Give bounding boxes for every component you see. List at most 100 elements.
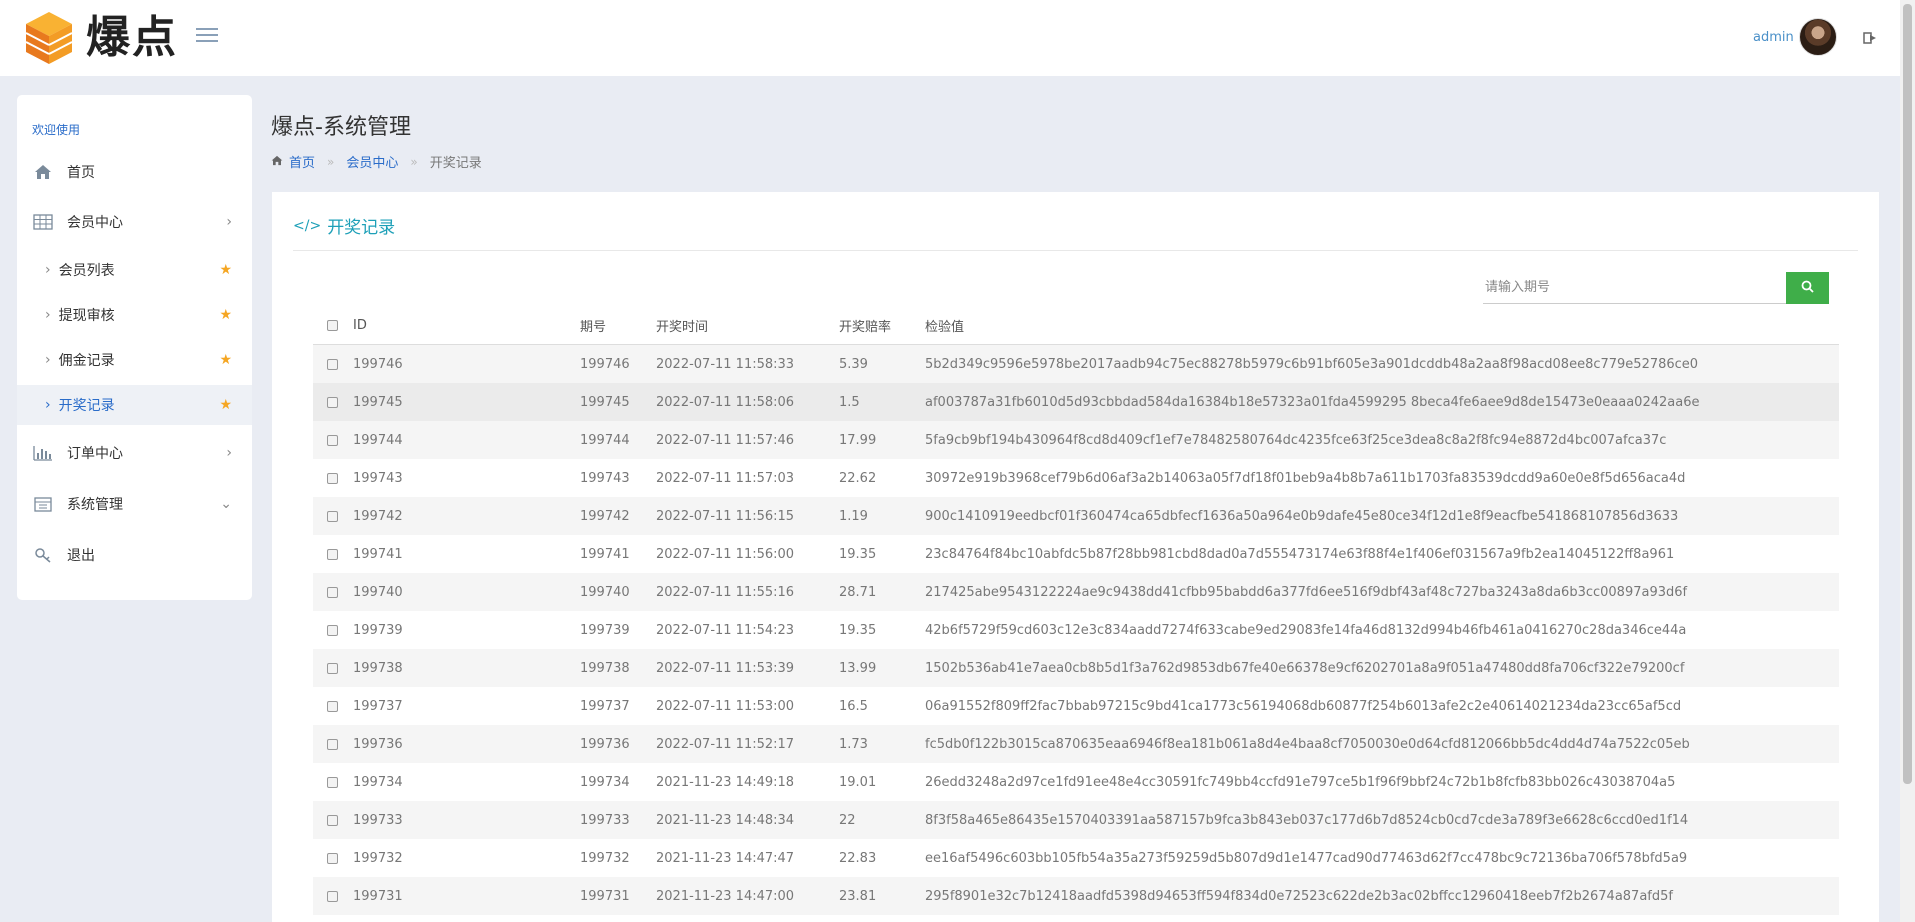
cell-id: 199742 [353, 508, 403, 524]
table-row[interactable]: 199739 199739 2022-07-11 11:54:23 19.35 42b6… [313, 611, 1839, 649]
chevron-right-icon: › [45, 307, 51, 323]
avatar[interactable] [1799, 18, 1837, 56]
sidebar-welcome: 欢迎使用 [32, 123, 81, 137]
row-checkbox[interactable] [326, 548, 338, 560]
menu-toggle-icon[interactable] [196, 28, 218, 46]
sidebar-subitem-member-list[interactable]: › 会员列表 ★ [17, 250, 252, 290]
star-icon: ★ [219, 262, 232, 278]
column-header[interactable]: 期号 [580, 316, 656, 335]
row-checkbox[interactable] [326, 814, 338, 826]
sidebar-item-member-center[interactable]: 会员中心 › [17, 202, 252, 242]
top-bar: 爆点 admin [0, 0, 1900, 76]
cell-draw-time: 2022-07-11 11:53:39 [656, 660, 795, 676]
star-icon: ★ [219, 307, 232, 323]
table-row[interactable]: 199743 199743 2022-07-11 11:57:03 22.62 3097… [313, 459, 1839, 497]
cell-check-value: 06a91552f809ff2fac7bbab97215c9bd41ca1773… [925, 698, 1682, 714]
table-row[interactable]: 199741 199741 2022-07-11 11:56:00 19.35 23c8… [313, 535, 1839, 573]
sidebar-item-logout[interactable]: 退出 [17, 535, 252, 575]
cell-id: 199741 [353, 546, 403, 562]
cell-odds: 16.5 [839, 698, 868, 714]
sidebar-subitem-lottery-records[interactable]: › 开奖记录 ★ [17, 385, 252, 425]
column-header[interactable]: 开奖赔率 [839, 316, 925, 335]
cell-issue-number: 199731 [580, 888, 630, 904]
sidebar-item-system-management[interactable]: 系统管理 ⌄ [17, 484, 252, 524]
table-row[interactable]: 199742 199742 2022-07-11 11:56:15 1.19 900c1… [313, 497, 1839, 535]
row-checkbox[interactable] [326, 396, 338, 408]
cell-check-value: 217425abe9543122224ae9c9438dd41cfbb95bab… [925, 584, 1688, 600]
cell-id: 199740 [353, 584, 403, 600]
home-icon [33, 163, 53, 181]
chevron-right-icon: › [226, 214, 232, 230]
user-name[interactable]: admin [1753, 30, 1794, 45]
table-row[interactable]: 199746 199746 2022-07-11 11:58:33 5.39 5b2d3… [313, 345, 1839, 383]
table-row[interactable]: 199732 199732 2021-11-23 14:47:47 22.83 ee16… [313, 839, 1839, 877]
cell-issue-number: 199740 [580, 584, 630, 600]
key-icon [33, 546, 53, 564]
page-scrollbar[interactable] [1900, 0, 1915, 922]
table-row[interactable]: 199740 199740 2022-07-11 11:55:16 28.71 2174… [313, 573, 1839, 611]
sidebar-item-order-center[interactable]: 订单中心 › [17, 433, 252, 473]
cell-check-value: 26edd3248a2d97ce1fd91ee48e4cc30591fc749b… [925, 774, 1676, 790]
row-checkbox[interactable] [326, 662, 338, 674]
row-checkbox[interactable] [326, 434, 338, 446]
breadcrumb: 首页 » 会员中心 » 开奖记录 [271, 152, 482, 171]
cell-id: 199736 [353, 736, 403, 752]
logo[interactable]: 爆点 [24, 10, 178, 66]
cell-issue-number: 199738 [580, 660, 630, 676]
search-input[interactable] [1483, 272, 1787, 304]
sidebar-subitem-label: 佣金记录 [58, 353, 115, 369]
cell-odds: 5.39 [839, 356, 868, 372]
cell-draw-time: 2021-11-23 14:49:18 [656, 774, 795, 790]
cell-issue-number: 199746 [580, 356, 630, 372]
column-header[interactable]: ID [351, 318, 580, 333]
scrollbar-thumb[interactable] [1903, 4, 1912, 784]
sidebar-item-home[interactable]: 首页 [17, 152, 252, 192]
table-row[interactable]: 199745 199745 2022-07-11 11:58:06 1.5 af0037… [313, 383, 1839, 421]
column-header[interactable]: 开奖时间 [656, 316, 839, 335]
row-checkbox[interactable] [326, 738, 338, 750]
sidebar-subitem-label: 提现审核 [58, 308, 115, 324]
row-checkbox[interactable] [326, 358, 338, 370]
cell-issue-number: 199744 [580, 432, 630, 448]
row-checkbox[interactable] [326, 586, 338, 598]
breadcrumb-home[interactable]: 首页 [289, 152, 315, 171]
table-row[interactable]: 199736 199736 2022-07-11 11:52:17 1.73 fc5db… [313, 725, 1839, 763]
divider [293, 250, 1858, 251]
row-checkbox[interactable] [326, 472, 338, 484]
column-header[interactable]: 检验值 [925, 316, 1839, 335]
cell-id: 199745 [353, 394, 403, 410]
row-checkbox[interactable] [326, 700, 338, 712]
select-all-checkbox[interactable] [326, 320, 338, 331]
table-row[interactable]: 199737 199737 2022-07-11 11:53:00 16.5 06a91… [313, 687, 1839, 725]
row-checkbox[interactable] [326, 624, 338, 636]
content-panel: </> 开奖记录 ID 期号 开奖时间 开奖赔率 检验值 19974619974… [272, 192, 1879, 922]
row-checkbox[interactable] [326, 890, 338, 902]
code-icon: </> [293, 217, 322, 234]
cell-odds: 19.35 [839, 546, 877, 562]
cell-draw-time: 2022-07-11 11:58:33 [656, 356, 795, 372]
sidebar-item-label: 会员中心 [67, 215, 123, 231]
row-checkbox[interactable] [326, 852, 338, 864]
cell-check-value: 900c1410919eedbcf01f360474ca65dbfecf1636… [925, 508, 1679, 524]
sidebar-subitem-commission-records[interactable]: › 佣金记录 ★ [17, 340, 252, 380]
sidebar-item-label: 订单中心 [67, 446, 123, 462]
row-checkbox[interactable] [326, 776, 338, 788]
table-row[interactable]: 199734 199734 2021-11-23 14:49:18 19.01 26ed… [313, 763, 1839, 801]
sidebar-item-label: 首页 [67, 165, 95, 181]
sidebar-subitem-withdraw-review[interactable]: › 提现审核 ★ [17, 295, 252, 335]
chevron-down-icon: ⌄ [220, 496, 232, 512]
table-header: ID 期号 开奖时间 开奖赔率 检验值 [313, 307, 1839, 345]
breadcrumb-separator: » [410, 154, 418, 169]
sidebar-item-label: 系统管理 [67, 497, 123, 513]
table-row[interactable]: 199731 199731 2021-11-23 14:47:00 23.81 295f… [313, 877, 1839, 915]
table-row[interactable]: 199738 199738 2022-07-11 11:53:39 13.99 1502… [313, 649, 1839, 687]
table-row[interactable]: 199733 199733 2021-11-23 14:48:34 22 8f3f58a… [313, 801, 1839, 839]
breadcrumb-member-center[interactable]: 会员中心 [346, 152, 398, 171]
row-checkbox[interactable] [326, 510, 338, 522]
search-button[interactable] [1786, 272, 1829, 304]
table-row[interactable]: 199744 199744 2022-07-11 11:57:46 17.99 5fa9… [313, 421, 1839, 459]
table-icon [33, 213, 53, 231]
logout-icon[interactable] [1863, 31, 1877, 45]
lottery-records-table: ID 期号 开奖时间 开奖赔率 检验值 199746 199746 2022-07-… [313, 307, 1839, 915]
cell-check-value: 295f8901e32c7b12418aadfd5398d94653ff594f… [925, 888, 1673, 904]
